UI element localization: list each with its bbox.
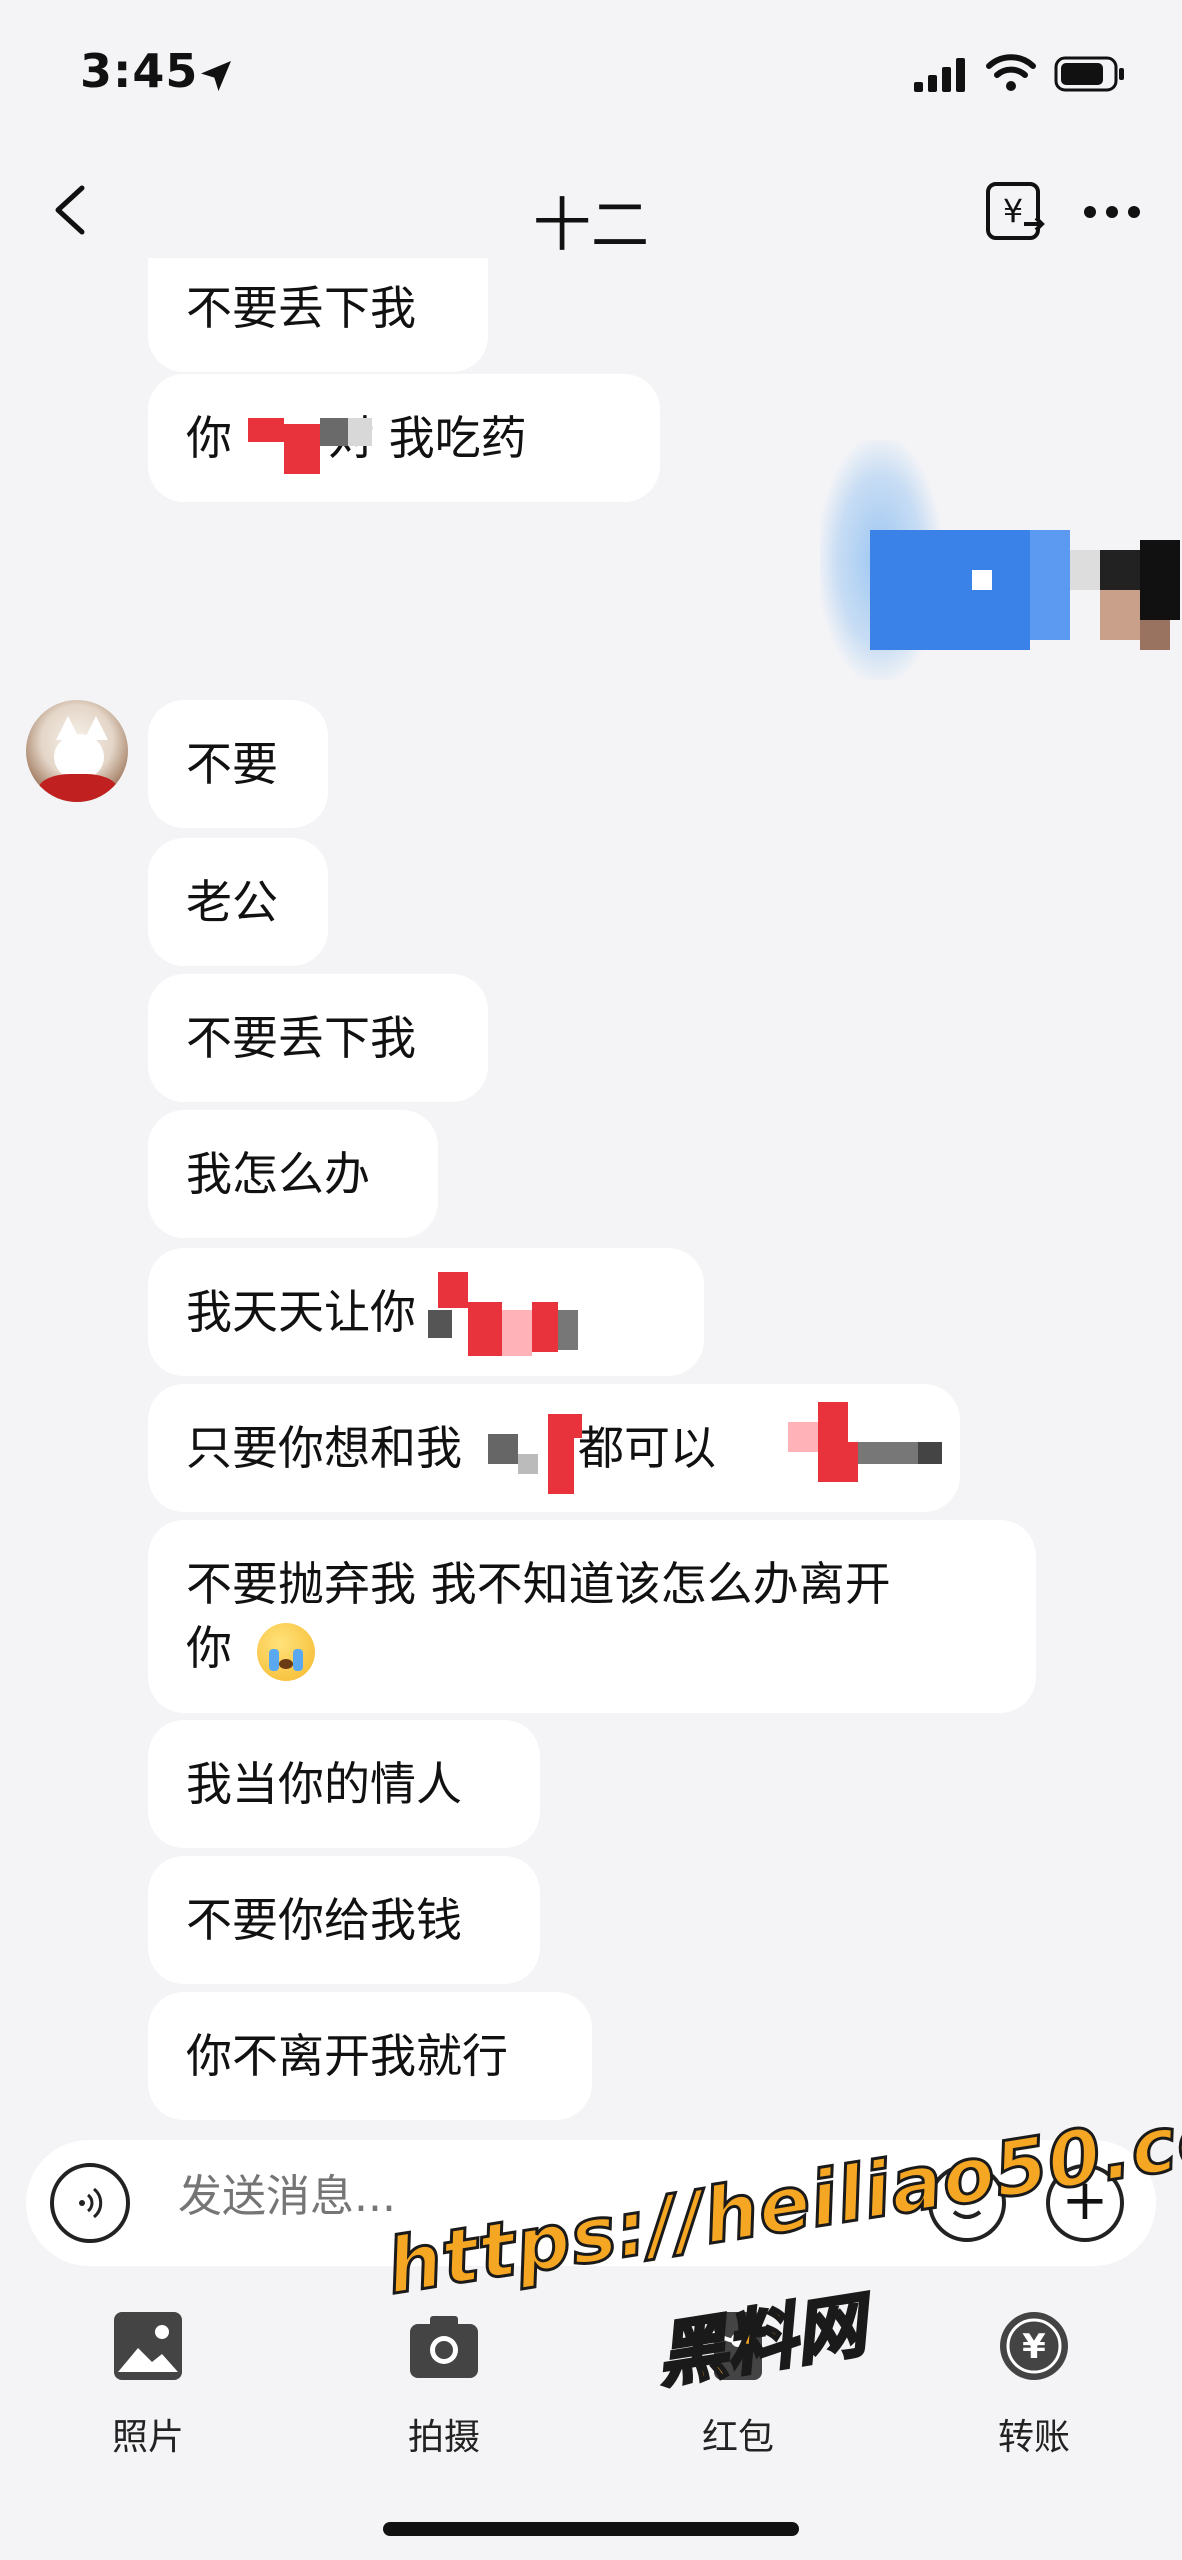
- wifi-icon: [986, 54, 1036, 91]
- cellular-signal-icon: [914, 58, 965, 92]
- header-actions: ¥: [984, 180, 1142, 244]
- censor-mosaic: [428, 1272, 578, 1362]
- camera-icon: [410, 2316, 478, 2378]
- toolbar-label: 拍摄: [407, 2417, 480, 2458]
- transfer-money-icon[interactable]: ¥: [984, 180, 1048, 244]
- svg-text:¥: ¥: [1022, 2327, 1046, 2367]
- photo-icon: [114, 2312, 182, 2380]
- home-indicator[interactable]: [383, 2522, 799, 2536]
- bottom-toolbar: 照片 拍摄 红包 ¥ 转账: [0, 2290, 1182, 2470]
- message-bubble: 不要丢下我: [148, 974, 488, 1102]
- toolbar-camera[interactable]: 拍摄: [354, 2310, 534, 2460]
- chat-header: 十二 ¥: [0, 150, 1182, 270]
- status-icons: [914, 54, 1126, 92]
- message-text: 不要丢下我: [186, 1011, 416, 1065]
- more-options-icon[interactable]: [1082, 202, 1142, 222]
- censor-mosaic: [248, 410, 378, 474]
- message-text: 老公: [186, 875, 278, 929]
- censored-image: [780, 420, 1182, 700]
- message-bubble: 你不离开我就行: [148, 1992, 592, 2120]
- message-text: 我当你的情人: [186, 1757, 462, 1811]
- message-text: 你: [186, 1621, 232, 1675]
- toolbar-label: 转账: [997, 2417, 1070, 2458]
- message-bubble: 我天天让你: [148, 1248, 704, 1376]
- message-text: 我天天让你: [186, 1285, 416, 1339]
- status-bar: 3:45: [0, 0, 1182, 150]
- status-time: 3:45: [80, 44, 199, 98]
- message-bubble: 只要你想和我 都可以: [148, 1384, 960, 1512]
- message-bubble: 老公: [148, 838, 328, 966]
- toolbar-photo[interactable]: 照片: [58, 2310, 238, 2460]
- svg-text:¥: ¥: [1003, 192, 1023, 230]
- message-bubble: 不要: [148, 700, 328, 828]
- message-bubble: 不要你给我钱: [148, 1856, 540, 1984]
- message-bubble: 你对 我吃药: [148, 374, 660, 502]
- voice-input-icon[interactable]: [50, 2163, 130, 2243]
- message-bubble: 我怎么办: [148, 1110, 438, 1238]
- message-text: 不要抛弃我 我不知道该怎么办离开: [186, 1557, 891, 1611]
- message-text: 不要丢下我: [186, 281, 416, 335]
- message-bubble: 不要丢下我: [148, 258, 488, 372]
- message-text: 只要你想和我: [186, 1421, 462, 1475]
- message-text: 我怎么办: [186, 1147, 370, 1201]
- battery-icon: [1054, 56, 1124, 92]
- toolbar-label: 红包: [701, 2417, 774, 2458]
- censor-mosaic: [488, 1404, 604, 1494]
- transfer-icon: ¥: [1000, 2312, 1068, 2380]
- message-text: 你: [186, 411, 232, 465]
- toolbar-transfer[interactable]: ¥ 转账: [944, 2310, 1124, 2460]
- message-text: 你不离开我就行: [186, 2029, 508, 2083]
- contact-avatar[interactable]: [26, 700, 128, 802]
- message-text: 不要你给我钱: [186, 1893, 462, 1947]
- censor-mosaic: [768, 1402, 968, 1492]
- message-bubble: 我当你的情人: [148, 1720, 540, 1848]
- toolbar-label: 照片: [111, 2417, 184, 2458]
- message-bubble: 不要抛弃我 我不知道该怎么办离开 你: [148, 1520, 1036, 1713]
- location-arrow-icon: [201, 61, 231, 91]
- message-text: 不要: [186, 737, 278, 791]
- crying-emoji-icon: [256, 1622, 315, 1681]
